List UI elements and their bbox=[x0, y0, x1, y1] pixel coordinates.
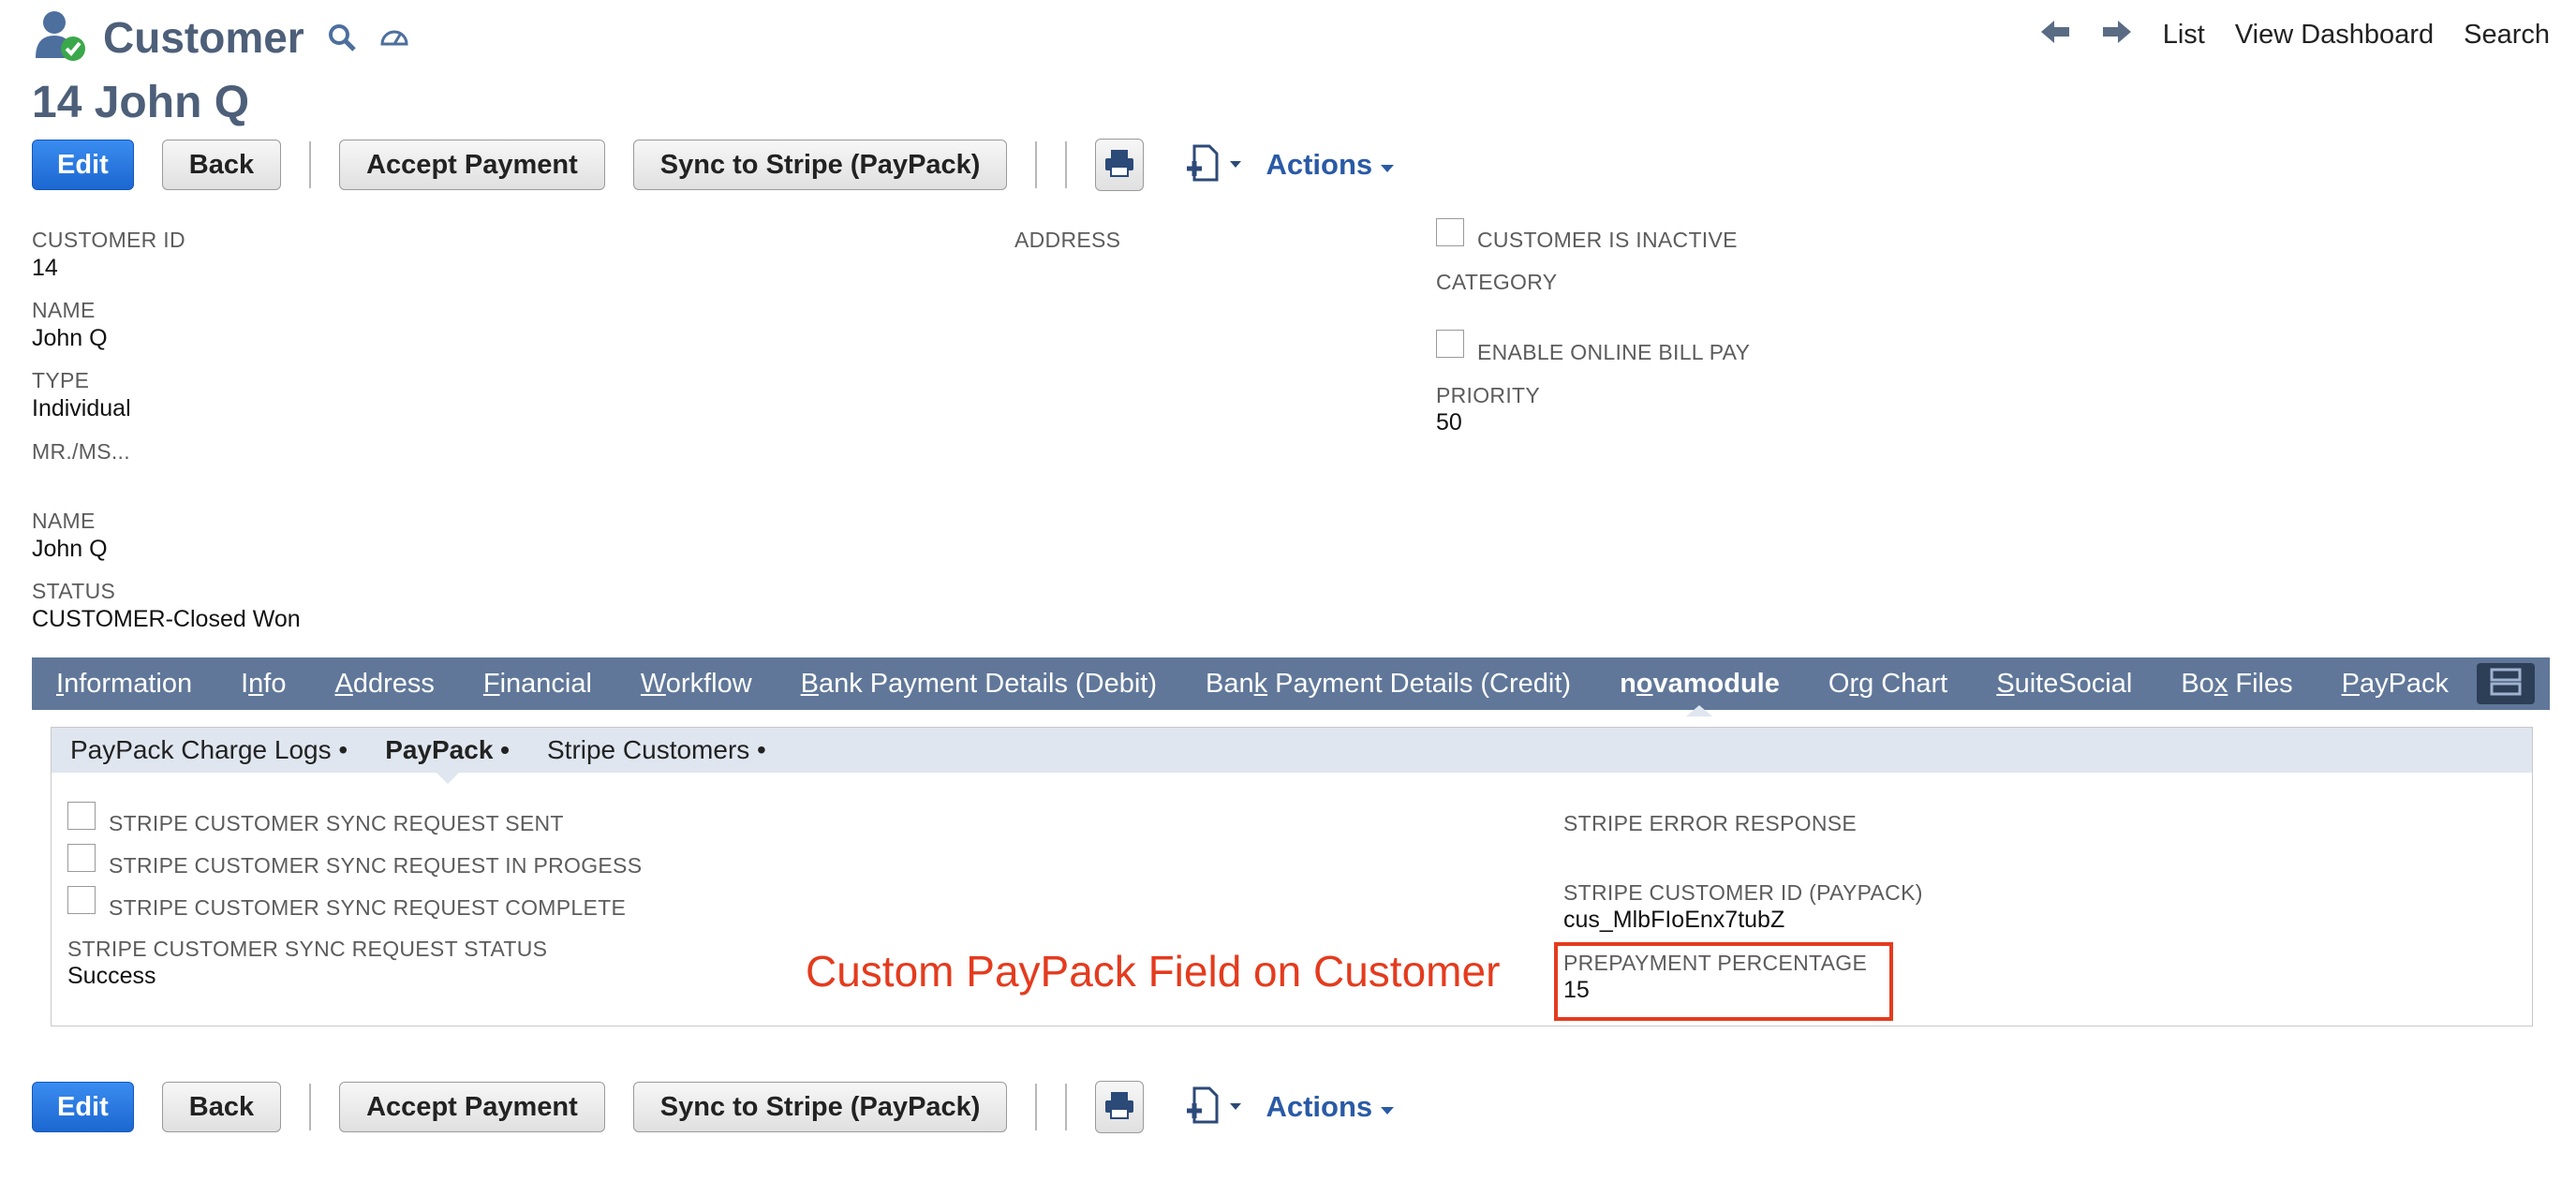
customer-inactive-label: CUSTOMER IS INACTIVE bbox=[1477, 228, 1738, 252]
separator bbox=[1035, 1084, 1038, 1130]
edit-button[interactable]: Edit bbox=[32, 140, 134, 190]
customer-inactive-checkbox[interactable] bbox=[1436, 218, 1464, 246]
sync-stripe-button[interactable]: Sync to Stripe (PayPack) bbox=[632, 1082, 1008, 1132]
tab-novamodule[interactable]: novamodule bbox=[1620, 669, 1780, 716]
tab-suitesocial[interactable]: SuiteSocial bbox=[1996, 669, 2132, 700]
top-nav: List View Dashboard Search bbox=[2039, 17, 2550, 53]
back-arrow-icon[interactable] bbox=[2039, 17, 2071, 53]
edit-button[interactable]: Edit bbox=[32, 1082, 134, 1132]
separator bbox=[1065, 1084, 1068, 1130]
back-button[interactable]: Back bbox=[161, 1082, 282, 1132]
dashboard-icon[interactable] bbox=[379, 25, 409, 50]
sync-progress-label: STRIPE CUSTOMER SYNC REQUEST IN PROGESS bbox=[109, 853, 643, 878]
status-value: CUSTOMER-Closed Won bbox=[32, 606, 301, 632]
print-button[interactable] bbox=[1095, 139, 1145, 191]
tab-bank-payment-credit[interactable]: Bank Payment Details (Credit) bbox=[1206, 669, 1571, 700]
new-document-icon[interactable] bbox=[1183, 142, 1249, 188]
category-label: CATEGORY bbox=[1436, 270, 1558, 294]
nav-list-link[interactable]: List bbox=[2163, 20, 2205, 51]
search-icon[interactable] bbox=[327, 22, 357, 52]
print-button[interactable] bbox=[1095, 1081, 1145, 1133]
top-toolbar: Edit Back Accept Payment Sync to Stripe … bbox=[32, 137, 1395, 193]
actions-label: Actions bbox=[1266, 1090, 1373, 1123]
highlight-box bbox=[1554, 942, 1893, 1021]
online-bill-pay-checkbox[interactable] bbox=[1436, 330, 1464, 358]
name-value: John Q bbox=[32, 325, 108, 351]
tab-box-files[interactable]: Box Files bbox=[2181, 669, 2292, 700]
stripe-customer-id-label: STRIPE CUSTOMER ID (PAYPACK) bbox=[1563, 880, 1923, 905]
tab-workflow[interactable]: Workflow bbox=[641, 669, 752, 700]
accept-payment-button[interactable]: Accept Payment bbox=[339, 140, 605, 190]
actions-label: Actions bbox=[1266, 148, 1373, 181]
print-icon bbox=[1103, 1090, 1135, 1125]
stripe-error-label: STRIPE ERROR RESPONSE bbox=[1563, 811, 1858, 835]
online-bill-pay-label: ENABLE ONLINE BILL PAY bbox=[1477, 340, 1751, 364]
sync-stripe-button[interactable]: Sync to Stripe (PayPack) bbox=[632, 140, 1008, 190]
sync-status-label: STRIPE CUSTOMER SYNC REQUEST STATUS bbox=[67, 937, 548, 961]
record-title: 14 John Q bbox=[32, 78, 250, 127]
chevron-down-icon bbox=[1380, 1090, 1395, 1124]
actions-menu[interactable]: Actions bbox=[1266, 148, 1395, 182]
name-label: NAME bbox=[32, 298, 96, 322]
separator bbox=[309, 1084, 312, 1130]
stripe-customer-id-value: cus_MlbFIoEnx7tubZ bbox=[1563, 907, 1785, 933]
address-label: ADDRESS bbox=[1014, 228, 1121, 252]
sync-sent-label: STRIPE CUSTOMER SYNC REQUEST SENT bbox=[109, 811, 564, 835]
name2-value: John Q bbox=[32, 536, 108, 562]
forward-arrow-icon[interactable] bbox=[2101, 17, 2133, 53]
print-icon bbox=[1103, 148, 1135, 183]
tab-financial[interactable]: Financial bbox=[483, 669, 592, 700]
tab-address[interactable]: Address bbox=[334, 669, 434, 700]
sync-status-value: Success bbox=[67, 963, 156, 989]
tab-paypack[interactable]: PayPack bbox=[2342, 669, 2449, 700]
layout-icon bbox=[2490, 668, 2522, 701]
customer-id-value: 14 bbox=[32, 255, 58, 281]
subtab-paypack-charge-logs[interactable]: PayPack Charge Logs • bbox=[52, 728, 366, 773]
layout-toggle-button[interactable] bbox=[2477, 663, 2535, 704]
name2-label: NAME bbox=[32, 509, 96, 533]
nav-view-dashboard-link[interactable]: View Dashboard bbox=[2235, 20, 2434, 51]
status-label: STATUS bbox=[32, 579, 116, 603]
inner-tab-bar: PayPack Charge Logs • PayPack • Stripe C… bbox=[52, 728, 2532, 784]
priority-value: 50 bbox=[1436, 409, 1462, 435]
separator bbox=[1065, 141, 1068, 188]
sync-sent-checkbox[interactable] bbox=[67, 802, 96, 830]
tab-org-chart[interactable]: Org Chart bbox=[1828, 669, 1947, 700]
tab-bank-payment-debit[interactable]: Bank Payment Details (Debit) bbox=[801, 669, 1157, 700]
sync-complete-label: STRIPE CUSTOMER SYNC REQUEST COMPLETE bbox=[109, 895, 627, 920]
bottom-toolbar: Edit Back Accept Payment Sync to Stripe … bbox=[32, 1079, 1395, 1135]
sync-complete-checkbox[interactable] bbox=[67, 886, 96, 914]
subtab-bar: Information Info Address Financial Workf… bbox=[32, 657, 2550, 716]
customer-icon bbox=[32, 7, 90, 68]
title-row: Customer bbox=[32, 7, 409, 67]
separator bbox=[309, 141, 312, 188]
sync-progress-checkbox[interactable] bbox=[67, 844, 96, 872]
customer-id-label: CUSTOMER ID bbox=[32, 228, 185, 252]
priority-label: PRIORITY bbox=[1436, 383, 1541, 407]
nav-search-link[interactable]: Search bbox=[2464, 20, 2550, 51]
subtab-paypack[interactable]: PayPack • bbox=[366, 728, 528, 784]
actions-menu[interactable]: Actions bbox=[1266, 1090, 1395, 1124]
type-value: Individual bbox=[32, 395, 131, 421]
back-button[interactable]: Back bbox=[161, 140, 282, 190]
tab-info[interactable]: Info bbox=[241, 669, 286, 700]
accept-payment-button[interactable]: Accept Payment bbox=[339, 1082, 605, 1132]
annotation-text: Custom PayPack Field on Customer bbox=[806, 947, 1501, 996]
subtab-stripe-customers[interactable]: Stripe Customers • bbox=[528, 728, 785, 773]
separator bbox=[1035, 141, 1038, 188]
mr-ms-label: MR./MS... bbox=[32, 439, 130, 464]
chevron-down-icon bbox=[1380, 148, 1395, 182]
new-document-icon[interactable] bbox=[1183, 1085, 1249, 1130]
tab-information[interactable]: Information bbox=[56, 669, 192, 700]
page-title: Customer bbox=[103, 13, 304, 62]
type-label: TYPE bbox=[32, 368, 90, 392]
